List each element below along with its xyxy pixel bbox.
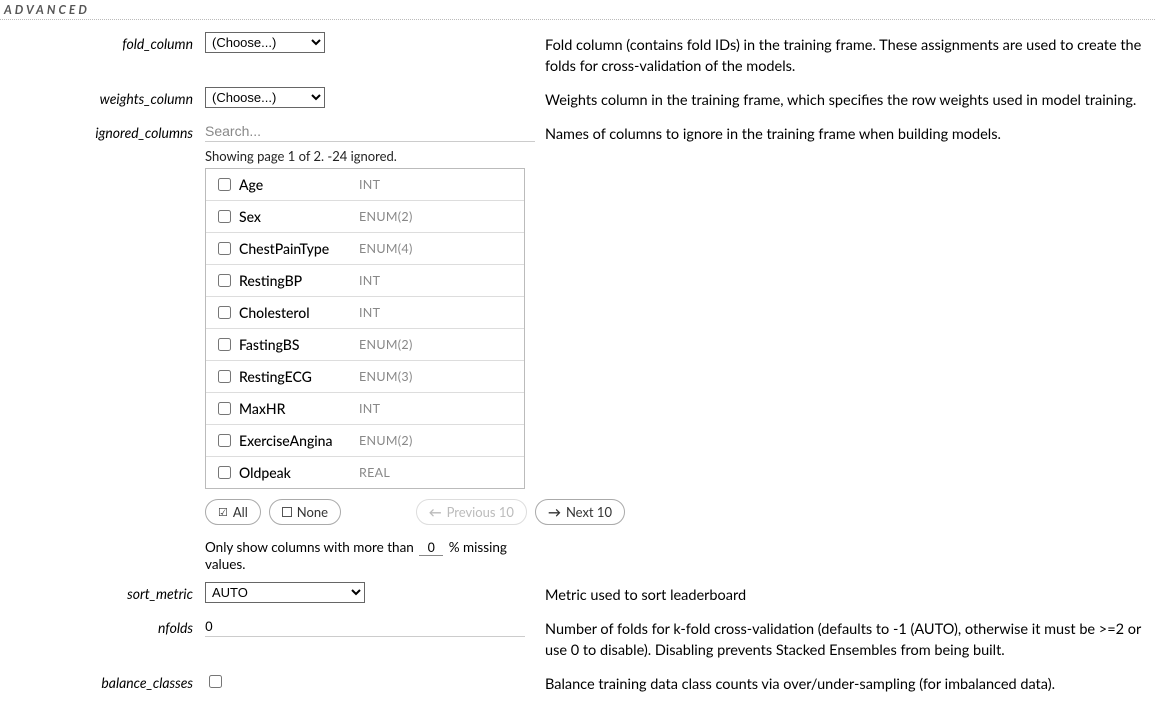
column-type: INT	[359, 401, 380, 416]
label-fold-column: fold_column	[0, 32, 205, 52]
select-none-button[interactable]: None	[269, 499, 341, 525]
select-none-label: None	[297, 504, 328, 520]
previous-label: Previous 10	[447, 504, 514, 520]
row-nfolds: nfolds Number of folds for k-fold cross-…	[0, 616, 1155, 661]
next-page-button[interactable]: → Next 10	[535, 499, 625, 525]
column-type: REAL	[359, 465, 390, 480]
column-type: INT	[359, 305, 380, 320]
column-checkbox[interactable]	[218, 434, 231, 447]
missing-filter-line: Only show columns with more than % missi…	[205, 539, 535, 572]
arrow-right-icon: →	[548, 504, 561, 520]
nfolds-input[interactable]	[205, 616, 525, 637]
desc-nfolds: Number of folds for k-fold cross-validat…	[545, 616, 1155, 661]
column-item: FastingBSENUM(2)	[206, 329, 524, 361]
section-header-advanced: ADVANCED	[0, 0, 1155, 20]
column-checkbox[interactable]	[218, 210, 231, 223]
arrow-left-icon: ←	[429, 504, 442, 520]
column-name: RestingBP	[239, 272, 359, 289]
column-type: ENUM(4)	[359, 241, 413, 256]
label-ignored-columns: ignored_columns	[0, 121, 205, 141]
select-all-button[interactable]: ☑ All	[205, 499, 261, 525]
column-type: INT	[359, 273, 380, 288]
square-icon	[282, 507, 292, 517]
column-item: AgeINT	[206, 169, 524, 201]
row-ignored-columns: ignored_columns Showing page 1 of 2. -24…	[0, 121, 1155, 572]
ignored-columns-search-input[interactable]	[205, 121, 535, 142]
check-icon: ☑	[218, 507, 228, 518]
column-item: CholesterolINT	[206, 297, 524, 329]
filter-prefix: Only show columns with more than	[205, 539, 414, 555]
column-name: MaxHR	[239, 400, 359, 417]
label-sort-metric: sort_metric	[0, 582, 205, 602]
column-item: ChestPainTypeENUM(4)	[206, 233, 524, 265]
desc-fold-column: Fold column (contains fold IDs) in the t…	[545, 32, 1155, 77]
row-weights-column: weights_column (Choose...) Weights colum…	[0, 87, 1155, 111]
desc-ignored-columns: Names of columns to ignore in the traini…	[545, 121, 1155, 145]
label-weights-column: weights_column	[0, 87, 205, 107]
column-type: ENUM(2)	[359, 209, 413, 224]
column-type: INT	[359, 177, 380, 192]
column-name: FastingBS	[239, 336, 359, 353]
column-type: ENUM(2)	[359, 433, 413, 448]
column-name: Sex	[239, 208, 359, 225]
column-checkbox[interactable]	[218, 178, 231, 191]
column-name: Oldpeak	[239, 464, 359, 481]
column-name: ExerciseAngina	[239, 432, 359, 449]
desc-balance-classes: Balance training data class counts via o…	[545, 671, 1155, 695]
previous-page-button: ← Previous 10	[416, 499, 527, 525]
desc-sort-metric: Metric used to sort leaderboard	[545, 582, 1155, 606]
balance-classes-checkbox[interactable]	[209, 675, 222, 688]
column-type: ENUM(3)	[359, 369, 413, 384]
column-checkbox[interactable]	[218, 338, 231, 351]
column-name: Cholesterol	[239, 304, 359, 321]
next-label: Next 10	[566, 504, 612, 520]
column-checkbox[interactable]	[218, 242, 231, 255]
label-balance-classes: balance_classes	[0, 671, 205, 691]
missing-threshold-input[interactable]	[419, 540, 443, 556]
column-name: RestingECG	[239, 368, 359, 385]
desc-weights-column: Weights column in the training frame, wh…	[545, 87, 1155, 111]
column-checkbox[interactable]	[218, 306, 231, 319]
column-name: ChestPainType	[239, 240, 359, 257]
label-nfolds: nfolds	[0, 616, 205, 636]
column-type: ENUM(2)	[359, 337, 413, 352]
fold-column-select[interactable]: (Choose...)	[205, 32, 325, 53]
sort-metric-select[interactable]: AUTO	[205, 582, 365, 603]
row-sort-metric: sort_metric AUTO Metric used to sort lea…	[0, 582, 1155, 606]
column-item: OldpeakREAL	[206, 457, 524, 488]
select-all-label: All	[233, 504, 248, 520]
column-name: Age	[239, 176, 359, 193]
column-item: RestingECGENUM(3)	[206, 361, 524, 393]
column-checkbox[interactable]	[218, 466, 231, 479]
row-balance-classes: balance_classes Balance training data cl…	[0, 671, 1155, 695]
weights-column-select[interactable]: (Choose...)	[205, 87, 325, 108]
column-item: MaxHRINT	[206, 393, 524, 425]
ignored-columns-paging-msg: Showing page 1 of 2. -24 ignored.	[205, 148, 535, 164]
column-item: ExerciseAnginaENUM(2)	[206, 425, 524, 457]
column-item: SexENUM(2)	[206, 201, 524, 233]
column-item: RestingBPINT	[206, 265, 524, 297]
column-checkbox[interactable]	[218, 370, 231, 383]
column-checkbox[interactable]	[218, 274, 231, 287]
row-fold-column: fold_column (Choose...) Fold column (con…	[0, 32, 1155, 77]
column-checkbox[interactable]	[218, 402, 231, 415]
ignored-columns-list: AgeINTSexENUM(2)ChestPainTypeENUM(4)Rest…	[205, 168, 525, 489]
